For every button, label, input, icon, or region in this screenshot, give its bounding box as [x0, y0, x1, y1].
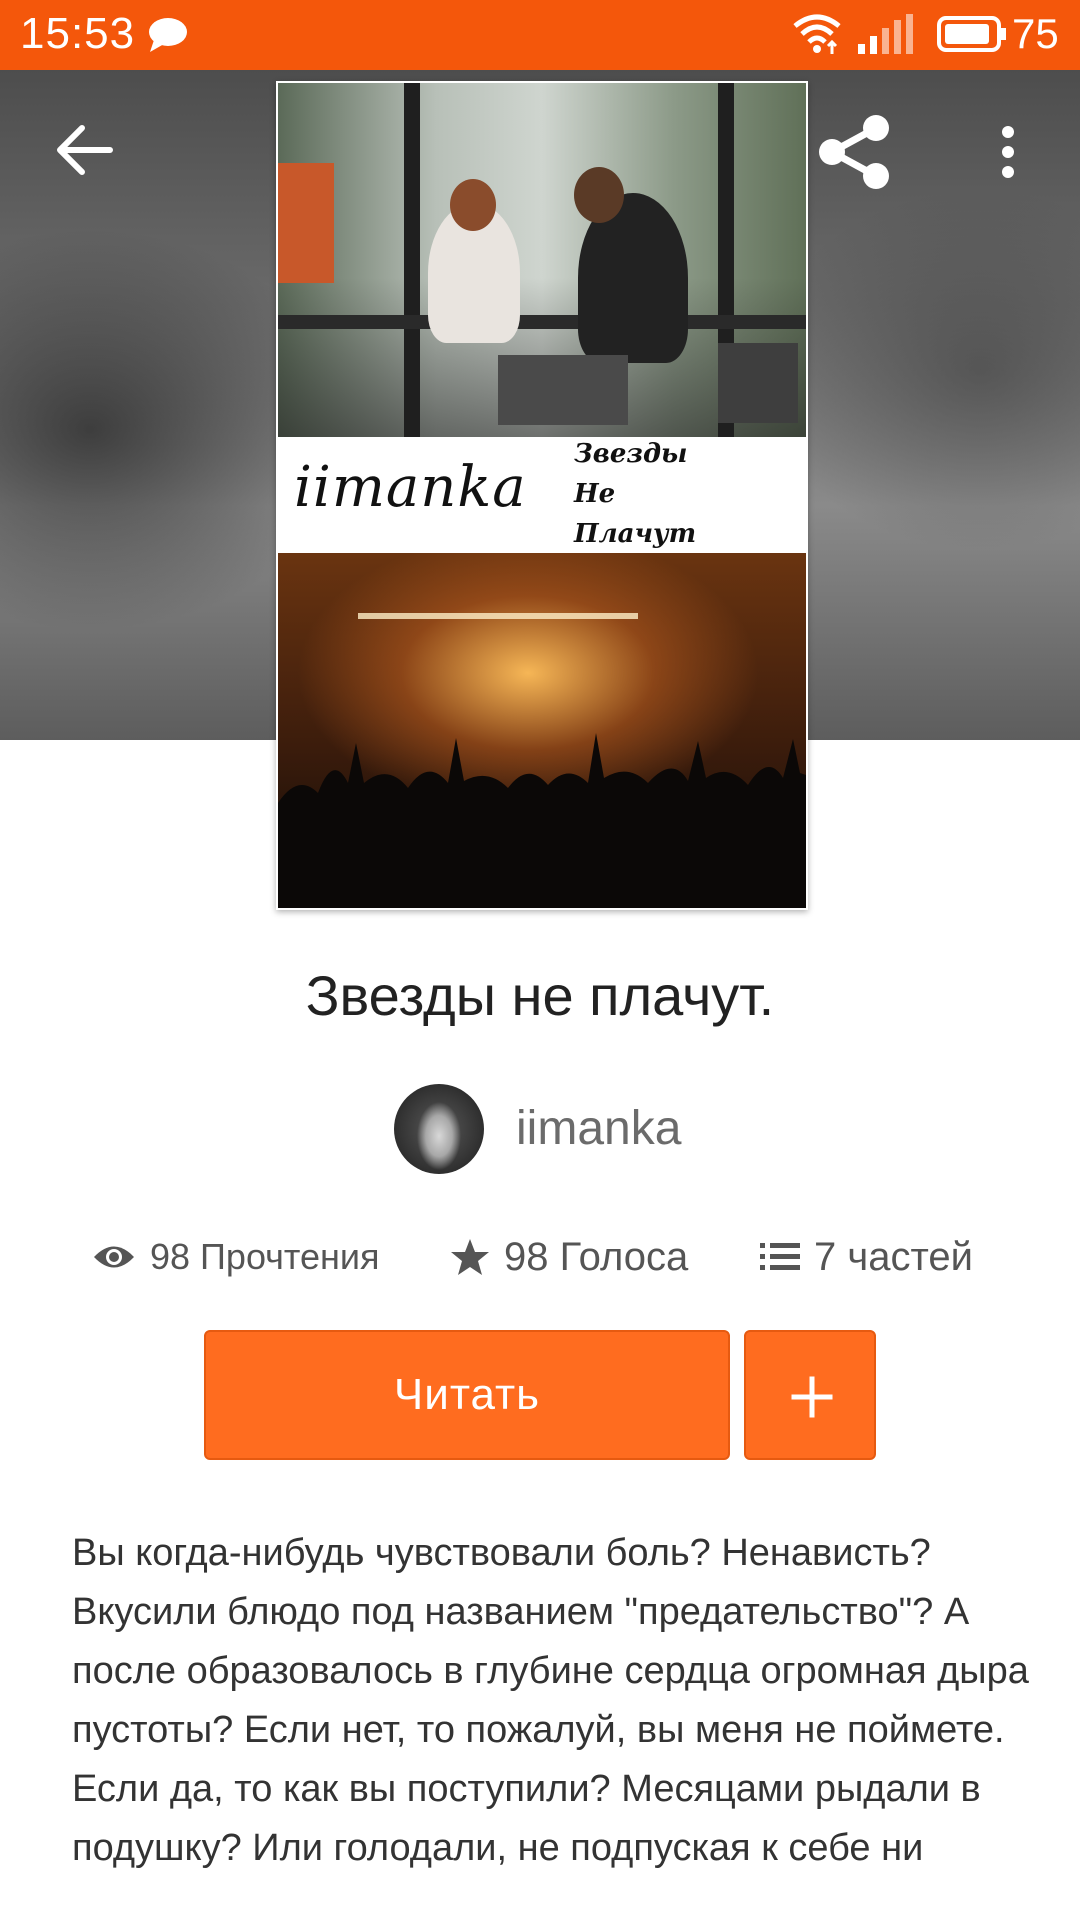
book-title: Звезды не плачут.: [305, 964, 775, 1027]
cover-script-line-1: Звезды: [574, 439, 688, 469]
status-time: 15:53: [20, 9, 136, 58]
cover-script-line-3: Плачут: [574, 519, 697, 549]
share-icon: [810, 108, 898, 196]
eye-icon: [92, 1242, 150, 1272]
cover-photo-cafe: [278, 83, 806, 437]
signal-icon: [856, 14, 914, 54]
battery-icon: [936, 14, 1008, 54]
story-description: Вы когда-нибудь чувствовали боль? Ненави…: [72, 1532, 1029, 1869]
votes-count: 98 Голоса: [504, 1234, 689, 1279]
more-options-button[interactable]: [980, 108, 1040, 196]
author-avatar[interactable]: [394, 1084, 484, 1174]
status-bar: 15:53 75: [0, 0, 1080, 70]
add-to-library-button[interactable]: [744, 1330, 876, 1460]
wifi-icon: [792, 12, 842, 56]
cover-crowd-silhouette: [278, 733, 806, 908]
back-button[interactable]: [40, 106, 128, 194]
cover-script-line-2: Не: [574, 479, 616, 509]
cover-author-text: iimanka: [294, 455, 527, 520]
more-vert-icon: [980, 108, 1040, 196]
votes-stat: 98 Голоса: [450, 1226, 688, 1288]
share-button[interactable]: [810, 108, 898, 196]
battery-level: 75: [1012, 10, 1059, 57]
read-button[interactable]: Читать: [204, 1330, 730, 1460]
reads-count: 98 Прочтения: [150, 1236, 380, 1277]
parts-count: 7 частей: [814, 1234, 973, 1279]
parts-stat: 7 частей: [760, 1226, 973, 1288]
list-icon: [760, 1241, 814, 1273]
story-details-screen: 15:53 75 iimanka Звезды Не Плачут Звезды…: [0, 0, 1080, 1920]
stats-row: 98 Прочтения 98 Голоса 7 частей: [0, 1226, 1080, 1288]
back-arrow-icon: [40, 106, 128, 194]
reads-stat: 98 Прочтения: [92, 1226, 380, 1288]
author-name[interactable]: iimanka: [516, 1100, 681, 1158]
star-icon: [450, 1237, 504, 1277]
chat-icon: [146, 16, 188, 54]
book-cover[interactable]: iimanka Звезды Не Плачут: [276, 81, 808, 910]
